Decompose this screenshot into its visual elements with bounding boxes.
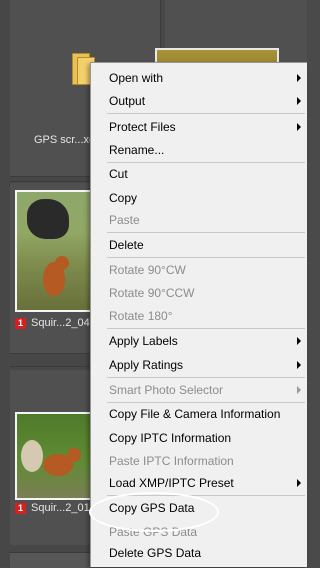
- submenu-arrow-icon: [297, 337, 301, 345]
- menu-item-paste-iptc: Paste IPTC Information: [109, 454, 234, 468]
- menu-item-apply-labels[interactable]: Apply Labels: [91, 330, 307, 352]
- squirrel-thumbnail-2[interactable]: [15, 412, 94, 500]
- menu-separator: [107, 257, 305, 258]
- menu-separator: [107, 232, 305, 233]
- menu-item-paste: Paste: [109, 213, 140, 227]
- squirrel-head: [67, 448, 81, 462]
- highlight-ellipse: [89, 492, 219, 532]
- menu-item-delete-gps-data[interactable]: Delete GPS Data: [91, 542, 307, 564]
- menu-item-rename[interactable]: Rename...: [91, 139, 307, 161]
- menu-item-rotate-180: Rotate 180°: [109, 309, 173, 323]
- submenu-arrow-icon: [297, 123, 301, 131]
- squirrel-head: [55, 256, 69, 270]
- folder-label: GPS scr...xe: [34, 134, 96, 146]
- context-menu: Open with Output Protect Files Rename...…: [90, 62, 307, 567]
- menu-item-smart-photo-selector: Smart Photo Selector: [91, 379, 307, 401]
- menu-item-protect-files[interactable]: Protect Files: [91, 116, 307, 138]
- menu-item-output[interactable]: Output: [91, 90, 307, 112]
- photo-label-2: Squir...2_01: [31, 502, 90, 514]
- menu-item-delete[interactable]: Delete: [91, 234, 307, 256]
- menu-item-rotate-cw: Rotate 90°CW: [109, 263, 186, 277]
- squirrel-thumbnail-1[interactable]: [15, 190, 94, 312]
- menu-item-open-with[interactable]: Open with: [91, 67, 307, 89]
- menu-item-copy[interactable]: Copy: [91, 187, 307, 209]
- menu-item-cut[interactable]: Cut: [91, 163, 307, 185]
- menu-item-copy-iptc[interactable]: Copy IPTC Information: [91, 427, 307, 449]
- menu-item-apply-ratings[interactable]: Apply Ratings: [91, 354, 307, 376]
- menu-separator: [107, 113, 305, 114]
- submenu-arrow-icon: [297, 479, 301, 487]
- rating-badge-1: 1: [15, 318, 26, 329]
- squirrel-tail: [21, 440, 43, 472]
- menu-separator: [107, 377, 305, 378]
- submenu-arrow-icon: [297, 386, 301, 394]
- rating-badge-2: 1: [15, 503, 26, 514]
- photo-label-1: Squir...2_04: [31, 317, 90, 329]
- menu-item-load-xmp-preset[interactable]: Load XMP/IPTC Preset: [91, 472, 307, 494]
- rock-shape: [27, 199, 69, 239]
- submenu-arrow-icon: [297, 361, 301, 369]
- submenu-arrow-icon: [297, 74, 301, 82]
- menu-item-copy-file-camera-info[interactable]: Copy File & Camera Information: [91, 403, 307, 425]
- menu-separator: [107, 328, 305, 329]
- submenu-arrow-icon: [297, 97, 301, 105]
- menu-item-rotate-ccw: Rotate 90°CCW: [109, 286, 195, 300]
